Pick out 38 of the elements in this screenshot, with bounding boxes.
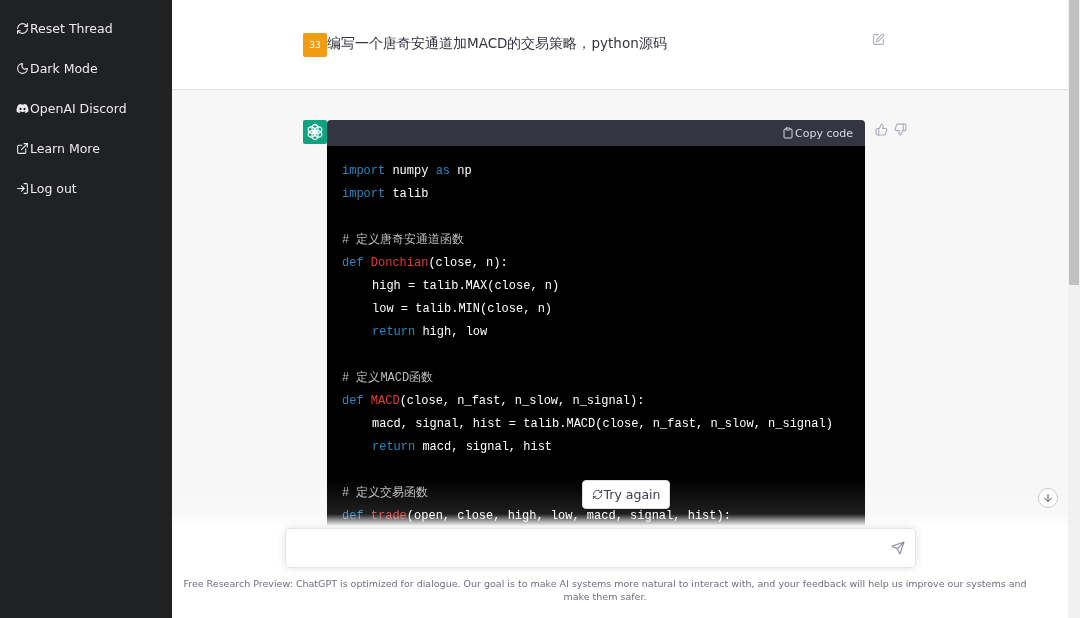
scrollbar-thumb[interactable]	[1069, 0, 1079, 285]
logout-icon	[16, 181, 29, 195]
code-line: def MACD(close, n_fast, n_slow, n_signal):	[342, 393, 645, 410]
openai-logo-icon	[303, 120, 327, 144]
thumbs-down-icon[interactable]	[894, 123, 907, 136]
message-input-field[interactable]	[284, 528, 916, 568]
sidebar-item[interactable]: OpenAI Discord	[16, 88, 127, 128]
code-line: macd, signal, hist = talib.MACD(close, n_fast, n_slow, n_signal)	[371, 416, 833, 433]
code-line: import numpy as np	[342, 163, 472, 180]
code-line: high = talib.MAX(close, n)	[371, 278, 560, 295]
code-line: def Donchian(close, n):	[342, 255, 508, 272]
try-again-button[interactable]: Try again	[581, 480, 671, 509]
sidebar-item[interactable]: Reset Thread	[16, 8, 113, 48]
clipboard-icon	[782, 127, 795, 139]
code-line: # 定义唐奇安通道函数	[342, 232, 465, 249]
code-line: low = talib.MIN(close, n)	[371, 301, 553, 318]
code-line: def trade(open, close, high, low, macd, signal, hist):	[342, 508, 731, 525]
send-icon[interactable]	[890, 541, 905, 555]
code-line: return macd, signal, hist	[371, 439, 553, 456]
code-line: # 定义MACD函数	[342, 370, 434, 387]
moon-icon	[16, 61, 29, 75]
edit-icon[interactable]	[872, 33, 885, 46]
refresh-icon	[16, 21, 29, 35]
sidebar-item[interactable]: Dark Mode	[16, 48, 98, 88]
code-line: return high, low	[371, 324, 488, 341]
sidebar-item[interactable]: Learn More	[16, 128, 100, 168]
refresh-icon	[591, 489, 603, 500]
discord-icon	[16, 101, 29, 115]
user-avatar: 33	[303, 33, 327, 57]
footer-disclaimer: Free Research Preview: ChatGPT is optimized for dialogue. Our goal is to make AI systems more natural to interact with, and your feedback will help us improve our systems and make them safer.	[182, 577, 1028, 603]
code-line: import talib	[342, 186, 429, 203]
user-message: 编写一个唐奇安通道加MACD的交易策略，python源码	[327, 34, 668, 53]
sidebar-item[interactable]: Log out	[16, 168, 77, 208]
code-line: # 定义交易函数	[342, 485, 429, 502]
external-link-icon	[16, 141, 29, 155]
copy-code-button[interactable]: Copy code	[782, 126, 853, 140]
arrow-down-icon	[1042, 492, 1054, 504]
thumbs-up-icon[interactable]	[875, 123, 888, 136]
